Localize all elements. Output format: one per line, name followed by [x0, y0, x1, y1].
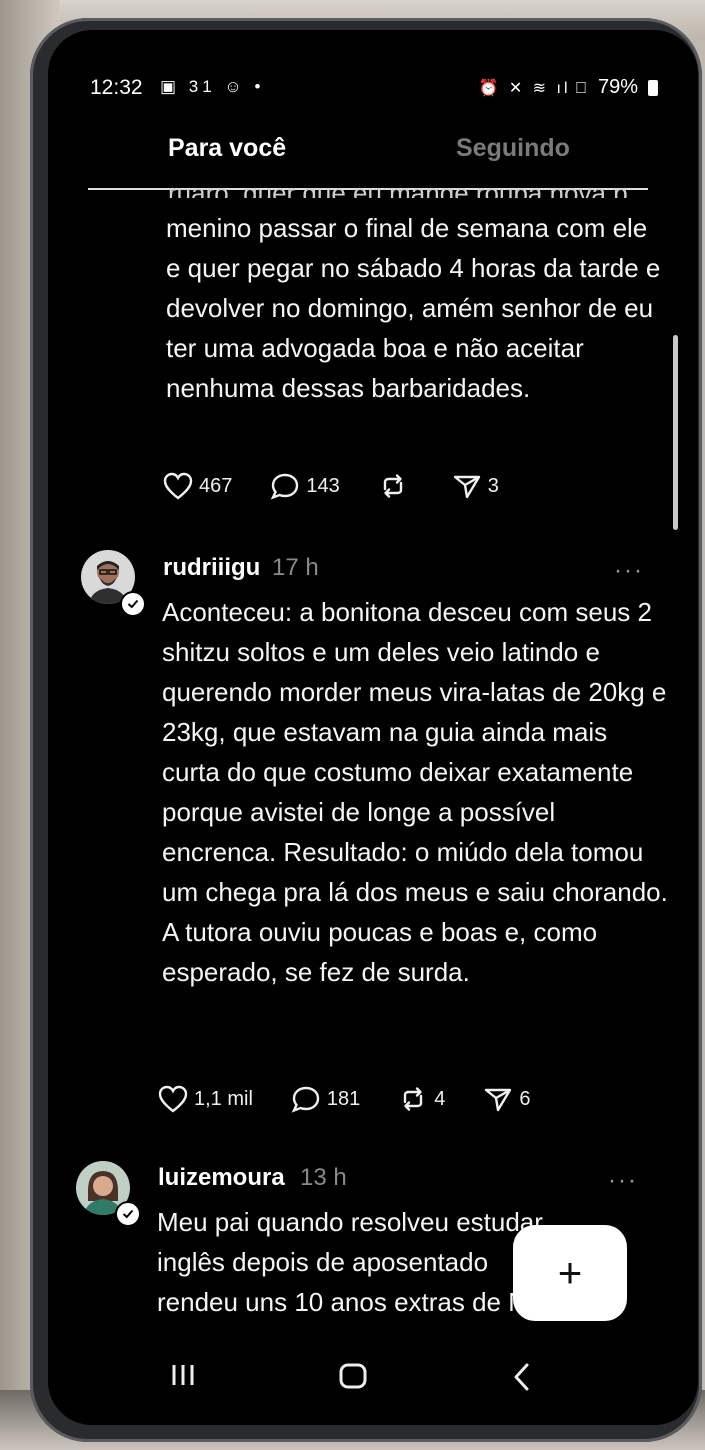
verified-badge-icon: [115, 1201, 141, 1227]
share-button[interactable]: 3: [452, 472, 499, 500]
nav-recents-button[interactable]: [168, 1362, 198, 1388]
verified-badge-icon: [120, 591, 146, 617]
post2-actions: 1,1 mil 181 4 6: [158, 1085, 531, 1113]
post2-time: 17 h: [272, 554, 319, 581]
signal-icons: ⏰ ✕ ≋ ıl ⃠: [478, 79, 590, 97]
post2-username[interactable]: rudriiigu: [163, 554, 260, 582]
comment-icon: [271, 473, 299, 500]
notification-icons: ▣ 31 ☺ •: [160, 77, 265, 96]
comment-icon: [291, 1086, 320, 1113]
heart-icon: [158, 1085, 188, 1113]
battery-percent: 79%: [597, 76, 638, 98]
post2-text: Aconteceu: a bonitona desceu com seus 2 …: [162, 597, 668, 987]
phone-screen: 12:32 ▣ 31 ☺ • ⏰ ✕ ≋ ıl ⃠ 79% Para você …: [48, 30, 698, 1425]
share-count: 6: [519, 1087, 531, 1110]
new-post-button[interactable]: +: [513, 1225, 627, 1321]
repost-icon: [404, 1087, 423, 1111]
reply-button[interactable]: 181: [291, 1085, 360, 1113]
post1-text: menino passar o final de semana com ele …: [166, 213, 661, 403]
post3-text: Meu pai quando resolveu estudar inglês d…: [157, 1207, 543, 1330]
system-icons: ⏰ ✕ ≋ ıl ⃠ 79%: [478, 76, 658, 99]
post1-cut-line: ruaro, quer que eu mande roupa nova p: [168, 188, 628, 198]
recents-icon: [172, 1365, 194, 1385]
scrollbar[interactable]: [673, 335, 678, 530]
status-time: 12:32: [90, 76, 143, 99]
like-button[interactable]: 467: [163, 472, 232, 500]
post3-more-button[interactable]: ···: [608, 1167, 638, 1195]
feed-tabs: Para você Seguindo: [48, 130, 698, 190]
like-button[interactable]: 1,1 mil: [158, 1085, 253, 1113]
tab-para-voce[interactable]: Para você: [168, 134, 286, 163]
share-count: 3: [487, 474, 499, 497]
repost-count: 4: [434, 1087, 446, 1110]
android-nav-bar: [48, 1330, 698, 1425]
repost-icon: [383, 474, 402, 498]
like-count: 467: [199, 474, 233, 497]
post2-more-button[interactable]: ···: [614, 557, 644, 585]
send-icon: [453, 475, 480, 499]
send-icon: [485, 1088, 512, 1112]
nav-back-button[interactable]: [510, 1362, 534, 1392]
reply-button[interactable]: 143: [270, 472, 340, 500]
like-count: 1,1 mil: [194, 1087, 253, 1110]
heart-icon: [163, 472, 193, 500]
battery-icon: [648, 79, 658, 96]
reply-count: 143: [306, 474, 340, 497]
post3-time: 13 h: [300, 1164, 347, 1191]
plus-icon: +: [557, 1249, 583, 1296]
status-bar: 12:32 ▣ 31 ☺ • ⏰ ✕ ≋ ıl ⃠ 79%: [48, 30, 698, 99]
nav-home-button[interactable]: [338, 1362, 368, 1390]
post3-username[interactable]: luizemoura: [158, 1164, 285, 1192]
repost-button[interactable]: 4: [398, 1085, 445, 1113]
reply-count: 181: [326, 1087, 361, 1110]
share-button[interactable]: 6: [483, 1085, 531, 1113]
back-icon: [514, 1363, 529, 1391]
tab-seguindo[interactable]: Seguindo: [456, 134, 570, 163]
repost-button[interactable]: [378, 472, 414, 500]
post1-actions: 467 143 3: [163, 472, 499, 500]
home-icon: [339, 1363, 367, 1389]
